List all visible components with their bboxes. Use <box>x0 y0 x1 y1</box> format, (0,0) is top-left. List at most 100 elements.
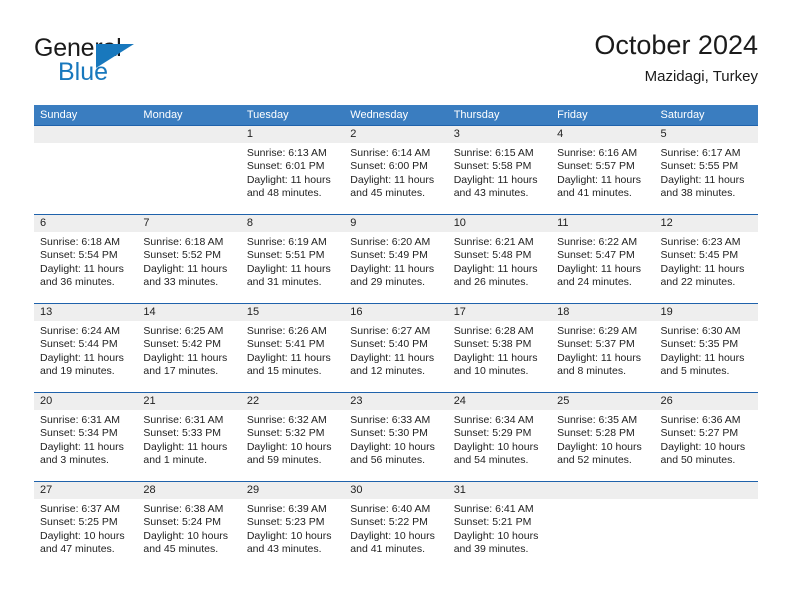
weekday-header-tuesday: Tuesday <box>246 109 289 121</box>
day-sun-info: Sunrise: 6:38 AM Sunset: 5:24 PM Daylight:… <box>137 499 240 557</box>
calendar-day-cell[interactable]: 28 Sunrise: 6:38 AM Sunset: 5:24 PM Dayligh… <box>137 482 241 570</box>
calendar-day-cell[interactable]: 31 Sunrise: 6:41 AM Sunset: 5:21 PM Dayligh… <box>447 482 552 570</box>
sunset-text: Sunset: 5:58 PM <box>453 160 532 173</box>
day-number: 12 <box>654 215 758 232</box>
calendar-day-cell[interactable]: 9 Sunrise: 6:20 AM Sunset: 5:49 PM Daylight… <box>344 215 448 303</box>
daylight-text: Daylight: 11 hours and 41 minutes. <box>557 173 641 200</box>
calendar-day-cell[interactable]: 6 Sunrise: 6:18 AM Sunset: 5:54 PM Daylight… <box>34 215 138 303</box>
sunset-text: Sunset: 5:24 PM <box>143 516 222 529</box>
daylight-text: Daylight: 11 hours and 5 minutes. <box>660 351 745 378</box>
page-subtitle: Mazidagi, Turkey <box>644 68 758 86</box>
day-sun-info: Sunrise: 6:37 AM Sunset: 5:25 PM Daylight:… <box>34 499 137 557</box>
daylight-text: Daylight: 11 hours and 10 minutes. <box>453 351 538 378</box>
sunset-text: Sunset: 5:48 PM <box>453 249 532 262</box>
daylight-text: Daylight: 11 hours and 29 minutes. <box>350 262 435 289</box>
day-number: 20 <box>34 393 138 410</box>
calendar-day-cell[interactable]: 10 Sunrise: 6:21 AM Sunset: 5:48 PM Dayligh… <box>447 215 552 303</box>
day-number: 9 <box>344 215 448 232</box>
calendar-day-cell[interactable]: 25 Sunrise: 6:35 AM Sunset: 5:28 PM Dayligh… <box>551 393 655 481</box>
weekday-header-row: Sunday Monday Tuesday Wednesday Thursday… <box>34 105 758 125</box>
sunset-text: Sunset: 5:40 PM <box>350 338 428 351</box>
calendar-page: General Blue October 2024 Mazidagi, Turk… <box>0 0 792 612</box>
calendar-day-cell[interactable]: 18 Sunrise: 6:29 AM Sunset: 5:37 PM Dayligh… <box>551 304 655 392</box>
calendar-day-cell[interactable]: 24 Sunrise: 6:34 AM Sunset: 5:29 PM Dayligh… <box>447 393 552 481</box>
calendar-day-cell[interactable]: 20 Sunrise: 6:31 AM Sunset: 5:34 PM Dayligh… <box>34 393 138 481</box>
calendar-day-cell[interactable]: 8 Sunrise: 6:19 AM Sunset: 5:51 PM Daylight… <box>240 215 345 303</box>
calendar-week-row: 6 Sunrise: 6:18 AM Sunset: 5:54 PM Daylight… <box>34 214 758 303</box>
day-number: 3 <box>447 126 552 143</box>
day-number: 2 <box>344 126 448 143</box>
sunrise-text: Sunrise: 6:28 AM <box>453 325 534 337</box>
sunrise-text: Sunrise: 6:27 AM <box>350 325 431 337</box>
day-number: 31 <box>447 482 552 499</box>
daylight-text: Daylight: 10 hours and 54 minutes. <box>453 440 539 467</box>
calendar-day-cell[interactable]: 27 Sunrise: 6:37 AM Sunset: 5:25 PM Dayligh… <box>34 482 138 570</box>
calendar-day-cell[interactable]: 23 Sunrise: 6:33 AM Sunset: 5:30 PM Dayligh… <box>344 393 448 481</box>
day-number: 30 <box>344 482 448 499</box>
calendar-day-cell[interactable]: 19 Sunrise: 6:30 AM Sunset: 5:35 PM Dayligh… <box>654 304 758 392</box>
calendar-day-cell[interactable]: 17 Sunrise: 6:28 AM Sunset: 5:38 PM Dayligh… <box>447 304 552 392</box>
calendar-day-cell[interactable]: 21 Sunrise: 6:31 AM Sunset: 5:33 PM Dayligh… <box>137 393 241 481</box>
calendar-day-cell[interactable]: 29 Sunrise: 6:39 AM Sunset: 5:23 PM Dayligh… <box>240 482 345 570</box>
calendar-day-cell[interactable]: 12 Sunrise: 6:23 AM Sunset: 5:45 PM Dayligh… <box>654 215 758 303</box>
calendar-day-cell-empty <box>34 126 138 214</box>
day-number: 16 <box>344 304 448 321</box>
calendar-day-cell[interactable]: 2 Sunrise: 6:14 AM Sunset: 6:00 PM Daylight… <box>344 126 448 214</box>
day-number: 7 <box>137 215 241 232</box>
sunset-text: Sunset: 5:28 PM <box>557 427 635 440</box>
calendar-day-cell[interactable]: 14 Sunrise: 6:25 AM Sunset: 5:42 PM Dayligh… <box>137 304 241 392</box>
sunrise-text: Sunrise: 6:33 AM <box>350 414 431 426</box>
day-sun-info: Sunrise: 6:26 AM Sunset: 5:41 PM Daylight:… <box>241 321 344 379</box>
day-sun-info: Sunrise: 6:24 AM Sunset: 5:44 PM Daylight:… <box>34 321 137 379</box>
daylight-text: Daylight: 11 hours and 8 minutes. <box>557 351 641 378</box>
day-sun-info: Sunrise: 6:31 AM Sunset: 5:33 PM Daylight:… <box>137 410 240 468</box>
sunrise-text: Sunrise: 6:21 AM <box>453 236 534 248</box>
sunset-text: Sunset: 6:01 PM <box>246 160 325 173</box>
calendar-day-cell[interactable]: 5 Sunrise: 6:17 AM Sunset: 5:55 PM Daylight… <box>654 126 758 214</box>
sunrise-text: Sunrise: 6:14 AM <box>350 147 431 159</box>
sunset-text: Sunset: 5:44 PM <box>40 338 118 351</box>
sunrise-text: Sunrise: 6:15 AM <box>453 147 534 159</box>
calendar-day-cell[interactable]: 11 Sunrise: 6:22 AM Sunset: 5:47 PM Dayligh… <box>551 215 655 303</box>
sunrise-text: Sunrise: 6:32 AM <box>246 414 327 426</box>
day-number <box>34 126 138 143</box>
day-sun-info: Sunrise: 6:16 AM Sunset: 5:57 PM Daylight:… <box>551 143 654 201</box>
sunset-text: Sunset: 5:54 PM <box>40 249 118 262</box>
sunrise-text: Sunrise: 6:20 AM <box>350 236 431 248</box>
weekday-header-wednesday: Wednesday <box>350 109 409 121</box>
calendar-grid: Sunday Monday Tuesday Wednesday Thursday… <box>34 105 758 570</box>
page-title: October 2024 <box>594 30 758 60</box>
daylight-text: Daylight: 11 hours and 12 minutes. <box>350 351 435 378</box>
daylight-text: Daylight: 11 hours and 26 minutes. <box>453 262 538 289</box>
calendar-day-cell[interactable]: 13 Sunrise: 6:24 AM Sunset: 5:44 PM Dayligh… <box>34 304 138 392</box>
calendar-day-cell[interactable]: 7 Sunrise: 6:18 AM Sunset: 5:52 PM Daylight… <box>137 215 241 303</box>
weekday-header-saturday: Saturday <box>660 109 705 121</box>
day-sun-info: Sunrise: 6:32 AM Sunset: 5:32 PM Daylight:… <box>241 410 344 468</box>
day-number <box>654 482 758 499</box>
day-sun-info: Sunrise: 6:17 AM Sunset: 5:55 PM Daylight:… <box>655 143 758 201</box>
calendar-day-cell[interactable]: 15 Sunrise: 6:26 AM Sunset: 5:41 PM Dayligh… <box>240 304 345 392</box>
calendar-day-cell[interactable]: 26 Sunrise: 6:36 AM Sunset: 5:27 PM Dayligh… <box>654 393 758 481</box>
day-number: 11 <box>551 215 655 232</box>
day-sun-info: Sunrise: 6:15 AM Sunset: 5:58 PM Daylight:… <box>448 143 551 201</box>
day-number: 5 <box>654 126 758 143</box>
calendar-day-cell[interactable]: 4 Sunrise: 6:16 AM Sunset: 5:57 PM Daylight… <box>551 126 655 214</box>
day-number: 1 <box>240 126 345 143</box>
day-sun-info: Sunrise: 6:39 AM Sunset: 5:23 PM Daylight:… <box>241 499 344 557</box>
daylight-text: Daylight: 10 hours and 43 minutes. <box>246 529 332 556</box>
calendar-day-cell[interactable]: 22 Sunrise: 6:32 AM Sunset: 5:32 PM Dayligh… <box>240 393 345 481</box>
sunrise-text: Sunrise: 6:39 AM <box>246 503 327 515</box>
day-number: 24 <box>447 393 552 410</box>
day-sun-info: Sunrise: 6:27 AM Sunset: 5:40 PM Daylight:… <box>344 321 447 379</box>
calendar-day-cell[interactable]: 3 Sunrise: 6:15 AM Sunset: 5:58 PM Daylight… <box>447 126 552 214</box>
calendar-day-cell[interactable]: 16 Sunrise: 6:27 AM Sunset: 5:40 PM Dayligh… <box>344 304 448 392</box>
daylight-text: Daylight: 10 hours and 39 minutes. <box>453 529 539 556</box>
sunset-text: Sunset: 5:49 PM <box>350 249 428 262</box>
day-sun-info: Sunrise: 6:13 AM Sunset: 6:01 PM Daylight:… <box>241 143 344 201</box>
daylight-text: Daylight: 10 hours and 47 minutes. <box>40 529 125 556</box>
calendar-day-cell[interactable]: 30 Sunrise: 6:40 AM Sunset: 5:22 PM Dayligh… <box>344 482 448 570</box>
sunset-text: Sunset: 5:29 PM <box>453 427 532 440</box>
day-sun-info: Sunrise: 6:34 AM Sunset: 5:29 PM Daylight:… <box>448 410 551 468</box>
calendar-day-cell[interactable]: 1 Sunrise: 6:13 AM Sunset: 6:01 PM Daylight… <box>240 126 345 214</box>
sunset-text: Sunset: 5:35 PM <box>660 338 739 351</box>
